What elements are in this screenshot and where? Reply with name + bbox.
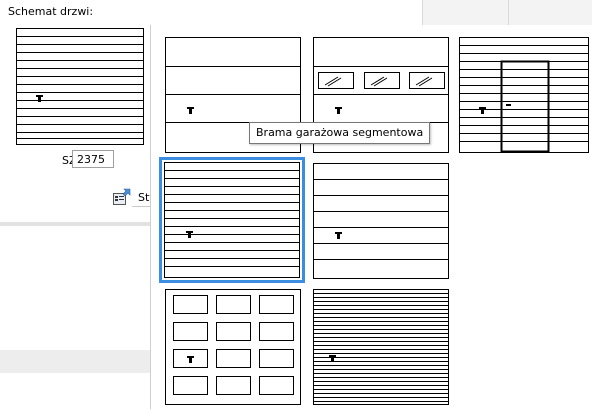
background-panel	[422, 0, 592, 25]
separator-band	[0, 222, 150, 226]
door-type-gallery[interactable]	[150, 25, 592, 409]
window-row	[318, 72, 445, 89]
style-settings-icon[interactable]	[112, 188, 132, 206]
door-preview[interactable]	[16, 28, 144, 145]
background-strip	[0, 350, 150, 373]
gallery-item-slats-wicket-door[interactable]	[453, 31, 592, 157]
gallery-item-wide-slats[interactable]	[307, 157, 453, 283]
gallery-item-cassette-panels[interactable]	[159, 283, 305, 409]
divider	[508, 0, 509, 25]
gallery-item-narrow-slats-selected[interactable]	[159, 157, 305, 283]
door-scheme-label: Schemat drzwi:	[8, 5, 94, 18]
tooltip: Brama garażowa segmentowa	[249, 122, 431, 144]
gallery-item-micro-slats[interactable]	[307, 283, 453, 409]
sz-input[interactable]: 2375	[72, 150, 114, 168]
separator	[132, 206, 152, 207]
